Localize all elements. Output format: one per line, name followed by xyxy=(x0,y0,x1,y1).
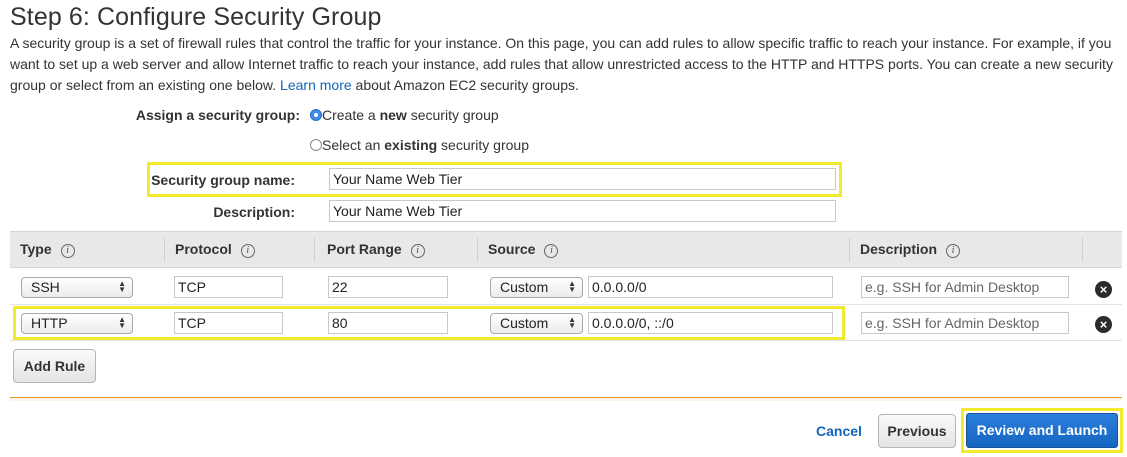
type-select[interactable]: HTTP ▲ ▼ xyxy=(21,313,133,334)
source-type-select[interactable]: Custom ▲ ▼ xyxy=(490,277,583,298)
protocol-input[interactable] xyxy=(174,312,283,334)
add-rule-button[interactable]: Add Rule xyxy=(13,349,96,383)
source-type-select[interactable]: Custom ▲ ▼ xyxy=(490,313,583,334)
info-icon[interactable]: i xyxy=(946,244,961,258)
type-select[interactable]: SSH ▲ ▼ xyxy=(21,277,133,298)
radio-create-new-label[interactable]: Create a new security group xyxy=(322,107,499,123)
header-type: Type i xyxy=(20,241,75,258)
source-input[interactable] xyxy=(588,312,833,334)
remove-rule-icon[interactable]: × xyxy=(1095,281,1112,298)
security-group-name-input[interactable] xyxy=(329,168,836,190)
column-divider xyxy=(164,238,165,262)
info-icon[interactable]: i xyxy=(410,244,425,258)
header-protocol: Protocol i xyxy=(175,241,255,258)
radio-select-existing[interactable] xyxy=(310,139,322,151)
page-title: Step 6: Configure Security Group xyxy=(10,3,382,31)
previous-button[interactable]: Previous xyxy=(878,414,956,448)
learn-more-link[interactable]: Learn more xyxy=(280,77,352,93)
header-description: Description i xyxy=(860,241,961,258)
rule-description-input[interactable] xyxy=(861,312,1069,334)
info-icon[interactable]: i xyxy=(240,244,255,258)
review-and-launch-button[interactable]: Review and Launch xyxy=(966,413,1118,448)
security-group-name-label: Security group name: xyxy=(151,172,295,188)
rules-table-header: Type i Protocol i Port Range i Source i Desc… xyxy=(10,231,1122,268)
cancel-link[interactable]: Cancel xyxy=(816,423,862,439)
header-port-range: Port Range i xyxy=(327,241,425,258)
column-divider xyxy=(477,238,478,262)
column-divider xyxy=(1082,238,1083,262)
column-divider xyxy=(314,238,315,262)
remove-rule-icon[interactable]: × xyxy=(1095,316,1112,333)
description-label: Description: xyxy=(213,204,295,220)
description-input[interactable] xyxy=(329,200,836,222)
assign-label: Assign a security group: xyxy=(135,107,300,123)
protocol-input[interactable] xyxy=(174,276,283,298)
intro-text: A security group is a set of firewall ru… xyxy=(10,33,1120,96)
info-icon[interactable]: i xyxy=(60,244,75,258)
row-divider xyxy=(10,304,1122,305)
header-source: Source i xyxy=(488,241,559,258)
port-range-input[interactable] xyxy=(328,312,448,334)
select-arrows-icon: ▲ ▼ xyxy=(118,279,126,294)
port-range-input[interactable] xyxy=(328,276,448,298)
radio-select-existing-label[interactable]: Select an existing security group xyxy=(322,137,529,153)
source-input[interactable] xyxy=(588,276,833,298)
row-divider xyxy=(10,340,1122,341)
rule-description-input[interactable] xyxy=(861,276,1069,298)
radio-create-new[interactable] xyxy=(310,109,322,121)
select-arrows-icon: ▲ ▼ xyxy=(568,315,576,330)
column-divider xyxy=(849,238,850,262)
select-arrows-icon: ▲ ▼ xyxy=(568,279,576,294)
info-icon[interactable]: i xyxy=(544,244,559,258)
warning-banner-edge xyxy=(10,397,1122,401)
select-arrows-icon: ▲ ▼ xyxy=(118,315,126,330)
intro-after: about Amazon EC2 security groups. xyxy=(355,77,579,93)
